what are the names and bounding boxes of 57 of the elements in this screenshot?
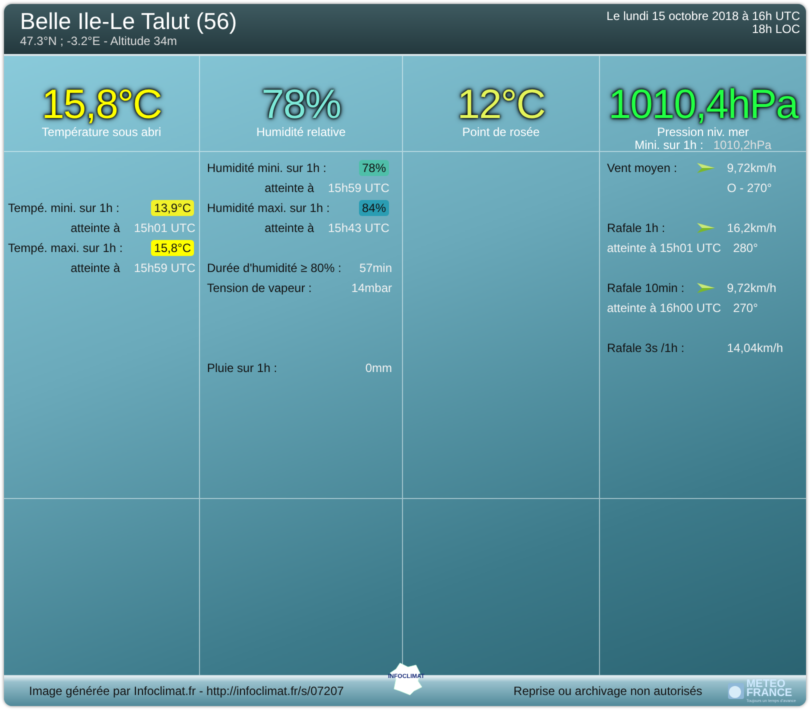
wind-label: Rafale 3s /1h : bbox=[607, 341, 684, 355]
wind-label: Rafale 10min : bbox=[607, 281, 684, 295]
headline-value: 1010,4hPa bbox=[608, 82, 798, 126]
stat-label: Humidité mini. sur 1h : bbox=[207, 161, 326, 175]
stat-label: Tempé. mini. sur 1h : bbox=[8, 201, 120, 215]
wind-arrow-icon bbox=[697, 163, 715, 173]
headline-value: 12°C bbox=[457, 82, 545, 126]
time-value: 15h01 UTC bbox=[134, 221, 196, 235]
time-value: 15h59 UTC bbox=[328, 181, 390, 195]
wind-value: 9,72km/h bbox=[727, 161, 778, 175]
wind-value: 9,72km/h bbox=[727, 281, 778, 295]
value-badge: 13,9°C bbox=[151, 200, 194, 216]
wind-arrow-icon bbox=[697, 223, 715, 233]
stat-value: 0mm bbox=[365, 361, 392, 375]
stat-label: Tension de vapeur : bbox=[207, 281, 312, 295]
wind-arrow-icon bbox=[697, 283, 715, 293]
time-label: atteinte à bbox=[264, 221, 314, 235]
headline-label: Point de rosée bbox=[462, 126, 540, 139]
local-time: 18h LOC bbox=[752, 23, 800, 36]
headline-value: 15,8°C bbox=[42, 82, 162, 126]
headline-label: Pression niv. mer bbox=[657, 126, 749, 139]
stat-value: 57min bbox=[359, 261, 392, 275]
wind-value: 16,2km/h bbox=[727, 221, 778, 235]
headline-value: 78% bbox=[261, 82, 341, 126]
value-badge: 15,8°C bbox=[151, 240, 194, 256]
extra-label: Mini. sur 1h : bbox=[634, 139, 704, 152]
station-title: Belle Ile-Le Talut (56) bbox=[20, 8, 237, 34]
time-value: 15h43 UTC bbox=[328, 221, 390, 235]
time-label: atteinte à bbox=[264, 181, 314, 195]
time-value: 15h59 UTC bbox=[134, 261, 196, 275]
stat-label: Tempé. maxi. sur 1h : bbox=[8, 241, 123, 255]
time-label: atteinte à bbox=[70, 221, 120, 235]
wind-value: 14,04km/h bbox=[727, 341, 784, 355]
headline-label: Température sous abri bbox=[42, 126, 162, 139]
stat-label: Humidité maxi. sur 1h : bbox=[207, 201, 330, 215]
wind-direction: 270° bbox=[733, 301, 758, 315]
stat-label: Pluie sur 1h : bbox=[207, 361, 278, 375]
gust-time: atteinte à 15h01 UTC bbox=[607, 241, 722, 255]
stat-label: Durée d'humidité ≥ 80% : bbox=[207, 261, 342, 275]
value-badge: 84% bbox=[358, 200, 389, 216]
wind-label: Vent moyen : bbox=[607, 161, 678, 175]
notice-text: Reprise ou archivage non autorisés bbox=[514, 684, 702, 698]
credit-text: Image générée par Infoclimat.fr - http://infoclimat.fr/s/07207 bbox=[29, 684, 344, 698]
gust-time: atteinte à 16h00 UTC bbox=[607, 301, 722, 315]
wind-direction: 280° bbox=[733, 241, 758, 255]
station-coordinates: 47.3°N ; -3.2°E - Altitude 34m bbox=[20, 34, 178, 48]
partner-name: METEO bbox=[746, 680, 786, 688]
partner-name: FRANCE bbox=[746, 688, 794, 698]
headline-label: Humidité relative bbox=[256, 126, 346, 139]
report-date: Le lundi 15 octobre 2018 à 16h UTC bbox=[606, 10, 800, 23]
globe-icon bbox=[728, 683, 744, 699]
wind-direction: O - 270° bbox=[727, 181, 773, 195]
extra-value: 1010,2hPa bbox=[713, 139, 772, 152]
time-label: atteinte à bbox=[70, 261, 120, 275]
value-badge: 78% bbox=[358, 160, 389, 176]
stat-value: 14mbar bbox=[351, 281, 392, 295]
wind-label: Rafale 1h : bbox=[607, 221, 666, 235]
